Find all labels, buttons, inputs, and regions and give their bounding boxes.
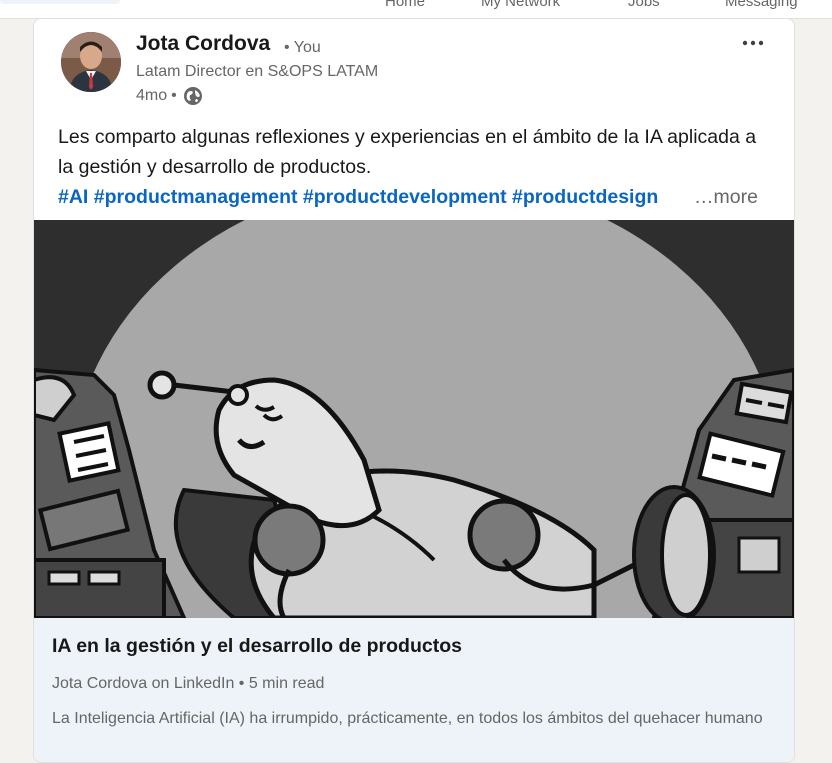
hashtag-link[interactable]: #productdesign [512,186,658,208]
hashtag-link[interactable]: #productdevelopment [303,186,507,208]
search-bar-edge[interactable] [0,0,120,4]
article-snippet: La Inteligencia Artificial (IA) ha irrum… [52,710,763,727]
author-avatar[interactable] [61,32,121,92]
see-more-button[interactable]: …more [694,182,758,212]
post-meta-separator: • [171,87,177,104]
author-photo [61,32,121,92]
post-hashtags: #AI #productmanagement #productdevelopme… [58,182,684,212]
author-relation-badge: • You [284,39,321,56]
sleeping-robot-illustration [34,178,794,762]
more-horizontal-icon[interactable] [735,31,771,55]
feed-post-card: Jota Cordova • You Latam Director en S&O… [33,18,795,763]
nav-jobs[interactable]: Jobs [628,0,660,10]
post-meta: 4mo • [136,86,203,106]
author-name[interactable]: Jota Cordova [136,32,270,56]
nav-my-network[interactable]: My Network [481,0,560,10]
article-source: Jota Cordova on LinkedIn • 5 min read [52,675,325,692]
author-headline: Latam Director en S&OPS LATAM [136,63,379,80]
post-text: Les comparto algunas reflexiones y exper… [58,126,757,178]
post-time: 4mo [136,87,168,104]
hashtag-link[interactable]: #AI [58,186,88,208]
globe-icon [183,86,203,106]
hashtag-link[interactable]: #productmanagement [94,186,298,208]
article-title[interactable]: IA en la gestión y el desarrollo de prod… [52,635,462,658]
nav-home[interactable]: Home [385,0,425,10]
article-cover-image[interactable] [34,178,794,762]
nav-messaging[interactable]: Messaging [725,0,798,10]
top-navigation-bar: Home My Network Jobs Messaging [0,0,832,19]
article-preview[interactable]: IA en la gestión y el desarrollo de prod… [34,618,794,762]
